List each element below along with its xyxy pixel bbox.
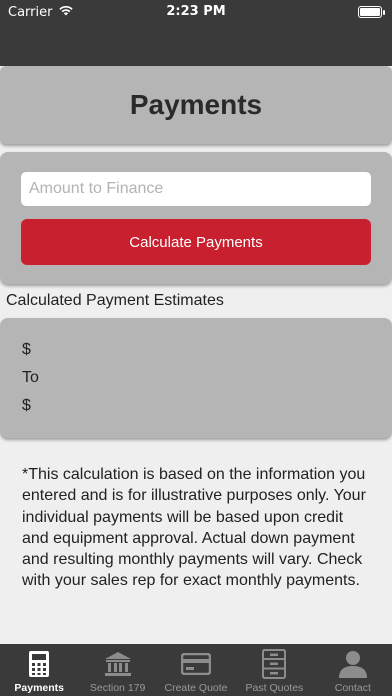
- disclaimer-text: *This calculation is based on the inform…: [22, 466, 366, 590]
- top-bar: Carrier 2:23 PM: [0, 0, 392, 66]
- tab-label: Payments: [14, 682, 64, 694]
- bank-icon: [101, 649, 135, 679]
- tab-bar: Payments Section 179 Create Quote Past Q…: [0, 644, 392, 696]
- results-section-label: Calculated Payment Estimates: [6, 292, 224, 309]
- calculator-icon: [22, 649, 56, 679]
- tab-section-179[interactable]: Section 179: [78, 644, 156, 696]
- tab-label: Contact: [334, 682, 371, 694]
- results-card: $ To $: [0, 318, 392, 438]
- tab-label: Section 179: [89, 682, 146, 694]
- payments-screen: Carrier 2:23 PM Payments Calculate Payme…: [0, 0, 392, 696]
- tab-label: Create Quote: [164, 682, 228, 694]
- battery-icon: [358, 6, 385, 18]
- status-bar: Carrier 2:23 PM: [0, 0, 392, 24]
- calculate-payments-button[interactable]: Calculate Payments: [21, 219, 371, 265]
- tab-create-quote[interactable]: Create Quote: [157, 644, 235, 696]
- filing-cabinet-icon: [257, 649, 291, 679]
- page-title: Payments: [129, 89, 263, 120]
- payment-low-value: $: [22, 341, 31, 358]
- tab-payments[interactable]: Payments: [0, 644, 78, 696]
- credit-card-icon: [179, 649, 213, 679]
- tab-contact[interactable]: Contact: [314, 644, 392, 696]
- tab-label: Past Quotes: [245, 682, 304, 694]
- payment-high-value: $: [22, 397, 31, 414]
- amount-to-finance-input[interactable]: [21, 172, 371, 206]
- title-card: Payments: [0, 66, 392, 144]
- tab-past-quotes[interactable]: Past Quotes: [235, 644, 313, 696]
- range-separator: To: [22, 369, 39, 386]
- person-icon: [336, 649, 370, 679]
- clock: 2:23 PM: [166, 4, 226, 19]
